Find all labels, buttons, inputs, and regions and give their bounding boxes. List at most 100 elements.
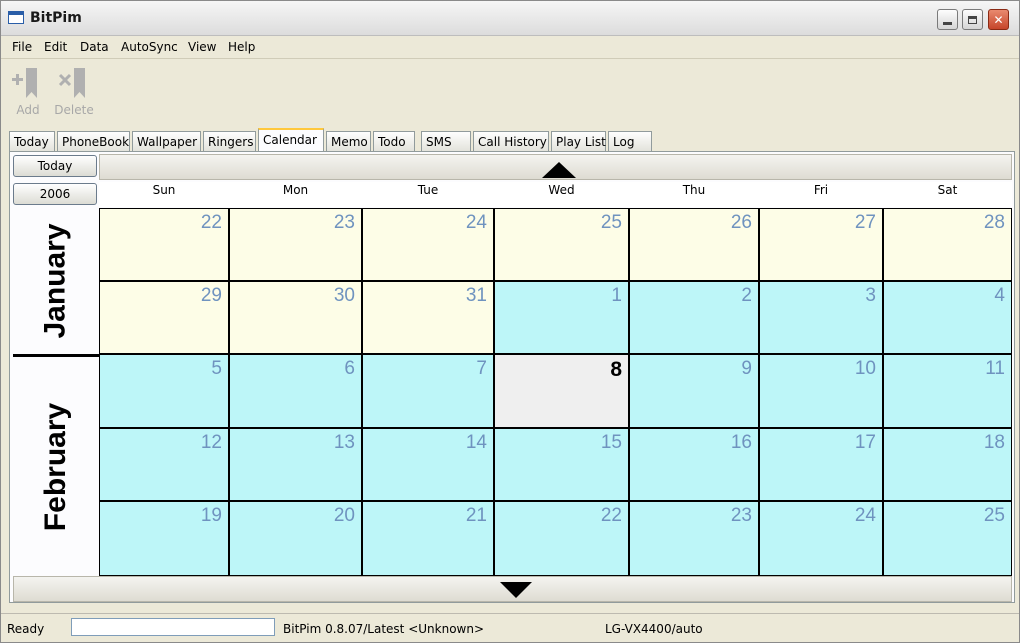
today-button[interactable]: Today <box>13 155 97 177</box>
day-cell[interactable]: 9 <box>630 355 760 429</box>
maximize-icon <box>968 15 977 24</box>
day-cell[interactable]: 1 <box>495 282 630 355</box>
day-cell[interactable]: 24 <box>760 502 884 575</box>
day-cell[interactable]: 23 <box>230 209 363 282</box>
tab-phonebook[interactable]: PhoneBook <box>57 131 130 151</box>
status-phone: LG-VX4400/auto <box>605 622 703 636</box>
tab-call-history[interactable]: Call History <box>473 131 549 151</box>
triangle-up-icon <box>542 162 576 178</box>
day-cell[interactable]: 14 <box>363 429 495 502</box>
weekday-sat: Sat <box>937 183 958 197</box>
day-cell[interactable]: 22 <box>100 209 230 282</box>
menu-file[interactable]: File <box>12 40 32 54</box>
day-cell[interactable]: 29 <box>100 282 230 355</box>
menu-view[interactable]: View <box>188 40 216 54</box>
day-cell[interactable]: 19 <box>100 502 230 575</box>
delete-label: Delete <box>54 103 94 117</box>
weekday-mon: Mon <box>282 183 309 197</box>
menu-edit[interactable]: Edit <box>44 40 67 54</box>
tab-todo[interactable]: Todo <box>373 131 415 151</box>
menu-bar: File Edit Data AutoSync View Help <box>1 36 1019 59</box>
calendar-grid: 22 23 24 25 26 27 28 29 30 31 1 2 3 4 5 6 7 8 9 10 11 12 13 14 1… <box>99 208 1012 576</box>
day-number: 14 <box>465 432 487 453</box>
window-title: BitPim <box>30 10 82 26</box>
close-button[interactable]: ✕ <box>988 9 1009 30</box>
day-cell[interactable]: 12 <box>100 429 230 502</box>
day-cell[interactable]: 30 <box>230 282 363 355</box>
day-number: 31 <box>465 285 487 306</box>
day-number: 25 <box>600 212 622 233</box>
day-cell[interactable]: 25 <box>884 502 1011 575</box>
tab-sms[interactable]: SMS <box>421 131 471 151</box>
tab-wallpaper[interactable]: Wallpaper <box>132 131 201 151</box>
year-button[interactable]: 2006 <box>13 183 97 205</box>
day-cell[interactable]: 10 <box>760 355 884 429</box>
scroll-up-button[interactable] <box>99 154 1012 180</box>
day-cell[interactable]: 16 <box>630 429 760 502</box>
day-number: 22 <box>600 505 622 526</box>
day-number: 16 <box>730 432 752 453</box>
tab-ringers[interactable]: Ringers <box>203 131 256 151</box>
day-number: 6 <box>344 358 355 379</box>
day-cell[interactable]: 5 <box>100 355 230 429</box>
day-cell[interactable]: 23 <box>630 502 760 575</box>
day-cell[interactable]: 26 <box>630 209 760 282</box>
day-cell[interactable]: 24 <box>363 209 495 282</box>
close-icon: ✕ <box>993 12 1004 27</box>
day-number: 4 <box>994 285 1005 306</box>
day-number: 26 <box>730 212 752 233</box>
day-cell[interactable]: 17 <box>760 429 884 502</box>
status-progress-field <box>71 618 275 636</box>
tab-calendar[interactable]: Calendar <box>258 128 324 152</box>
weekday-fri: Fri <box>813 183 829 197</box>
day-cell[interactable]: 2 <box>630 282 760 355</box>
tab-today[interactable]: Today <box>9 131 55 151</box>
day-number: 24 <box>854 505 876 526</box>
weekday-sun: Sun <box>152 183 176 197</box>
day-cell[interactable]: 3 <box>760 282 884 355</box>
day-number: 11 <box>985 358 1005 379</box>
day-cell[interactable]: 7 <box>363 355 495 429</box>
day-number: 19 <box>200 505 222 526</box>
x-bookmark-icon <box>58 68 85 98</box>
day-cell[interactable]: 20 <box>230 502 363 575</box>
day-cell[interactable]: 15 <box>495 429 630 502</box>
day-cell[interactable]: 28 <box>884 209 1011 282</box>
menu-autosync[interactable]: AutoSync <box>121 40 178 54</box>
day-cell[interactable]: 22 <box>495 502 630 575</box>
day-cell[interactable]: 31 <box>363 282 495 355</box>
add-button[interactable]: Add <box>3 63 53 119</box>
day-cell[interactable]: 8 <box>495 355 630 429</box>
delete-button[interactable]: Delete <box>49 63 99 119</box>
day-number: 22 <box>200 212 222 233</box>
day-number: 30 <box>333 285 355 306</box>
day-cell[interactable]: 6 <box>230 355 363 429</box>
day-cell[interactable]: 4 <box>884 282 1011 355</box>
day-cell[interactable]: 27 <box>760 209 884 282</box>
minimize-button[interactable] <box>937 9 958 30</box>
day-number: 5 <box>211 358 222 379</box>
tab-log[interactable]: Log <box>608 131 652 151</box>
status-state: Ready <box>7 622 45 636</box>
tab-play-list[interactable]: Play List <box>551 131 606 151</box>
title-bar[interactable]: BitPim ✕ <box>1 1 1019 36</box>
day-number: 17 <box>854 432 876 453</box>
day-cell[interactable]: 13 <box>230 429 363 502</box>
maximize-button[interactable] <box>962 9 983 30</box>
day-number: 13 <box>333 432 355 453</box>
triangle-down-icon <box>500 582 532 598</box>
scroll-down-button[interactable] <box>13 576 1012 602</box>
day-number: 21 <box>465 505 487 526</box>
day-number: 15 <box>600 432 622 453</box>
day-number: 20 <box>333 505 355 526</box>
day-cell[interactable]: 11 <box>884 355 1011 429</box>
day-cell[interactable]: 25 <box>495 209 630 282</box>
day-cell[interactable]: 18 <box>884 429 1011 502</box>
day-cell[interactable]: 21 <box>363 502 495 575</box>
minimize-icon <box>943 22 952 25</box>
day-number: 25 <box>983 505 1005 526</box>
app-window-icon <box>8 11 24 24</box>
tab-memo[interactable]: Memo <box>326 131 371 151</box>
menu-help[interactable]: Help <box>228 40 255 54</box>
menu-data[interactable]: Data <box>80 40 109 54</box>
